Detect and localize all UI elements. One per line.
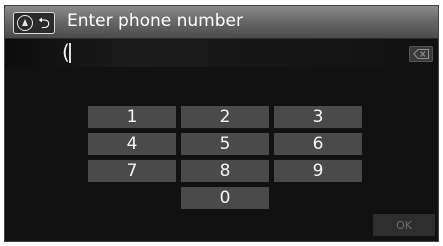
key-8[interactable]: 8 <box>181 160 269 182</box>
delete-button[interactable] <box>409 46 433 62</box>
phone-entry-screen: ⮌ Enter phone number ( 1 2 3 4 5 6 7 8 9… <box>4 5 439 242</box>
key-0[interactable]: 0 <box>181 187 269 209</box>
text-cursor <box>69 43 71 63</box>
backspace-icon <box>413 49 429 59</box>
key-4[interactable]: 4 <box>88 133 176 155</box>
key-2[interactable]: 2 <box>181 106 269 128</box>
map-knob-icon <box>17 15 33 31</box>
key-3[interactable]: 3 <box>274 106 362 128</box>
key-1[interactable]: 1 <box>88 106 176 128</box>
title-bar: ⮌ Enter phone number <box>5 6 438 39</box>
back-button[interactable]: ⮌ <box>13 12 55 34</box>
ok-button[interactable]: OK <box>373 214 435 236</box>
phone-number-field[interactable]: ( <box>5 39 438 67</box>
key-6[interactable]: 6 <box>274 133 362 155</box>
back-arrow-icon: ⮌ <box>37 13 50 32</box>
key-7[interactable]: 7 <box>88 160 176 182</box>
page-title: Enter phone number <box>67 11 243 31</box>
key-9[interactable]: 9 <box>274 160 362 182</box>
key-5[interactable]: 5 <box>181 133 269 155</box>
